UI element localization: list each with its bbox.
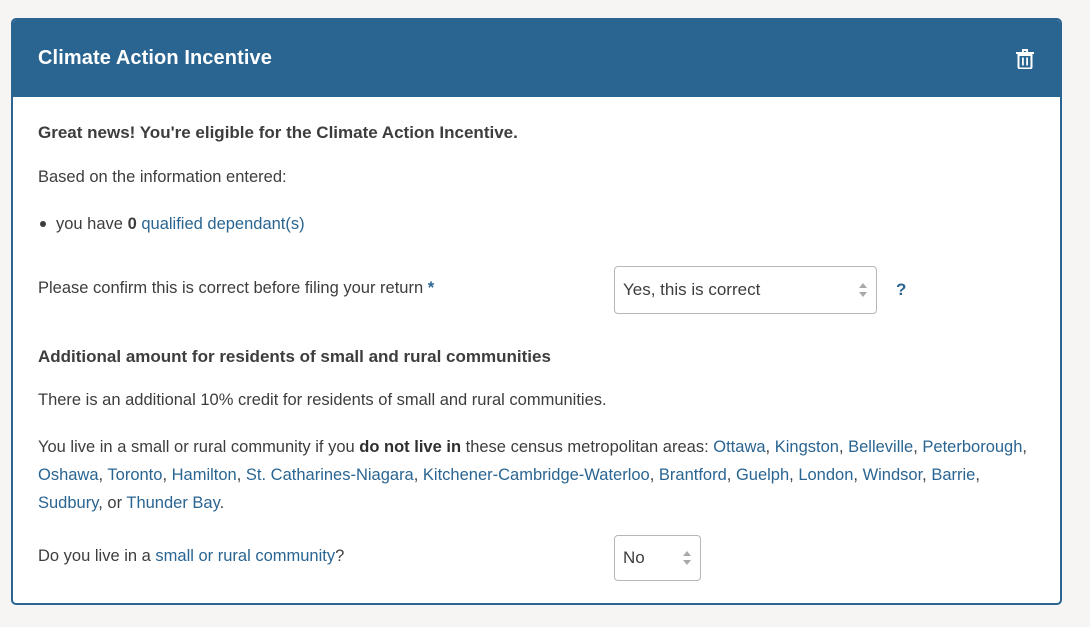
dependant-count: 0 [127, 215, 137, 233]
based-on-text: Based on the information entered: [38, 168, 287, 186]
confirm-label-text: Please confirm this is correct before fi… [38, 279, 424, 297]
question-suffix: ? [335, 547, 345, 565]
eligibility-heading: Great news! You're eligible for the Clim… [38, 123, 518, 142]
city-link-kingston[interactable]: Kingston [775, 438, 839, 456]
trash-icon[interactable] [1014, 48, 1036, 70]
rural-definition-paragraph: You live in a small or rural community i… [38, 438, 1027, 512]
city-link-peterborough[interactable]: Peterborough [922, 438, 1022, 456]
rural-select-value: No [623, 548, 645, 567]
confirm-select[interactable]: Yes, this is correct [614, 266, 877, 314]
rural-heading: Additional amount for residents of small… [38, 347, 551, 366]
rural-question: Do you live in a small or rural communit… [38, 547, 344, 566]
city-link-belleville[interactable]: Belleville [848, 438, 913, 456]
city-link-toronto[interactable]: Toronto [107, 466, 162, 484]
climate-action-card: Climate Action Incentive Great news! You… [11, 18, 1062, 605]
bullet-prefix: you have [56, 215, 123, 233]
question-prefix: Do you live in a [38, 547, 156, 565]
confirm-select-value: Yes, this is correct [623, 280, 761, 299]
city-link-kitchener-cambridge-waterloo[interactable]: Kitchener-Cambridge-Waterloo [423, 466, 650, 484]
city-link-ottawa[interactable]: Ottawa [713, 438, 765, 456]
required-marker: * [427, 279, 435, 297]
live-bold: do not live in [359, 438, 462, 456]
confirm-label: Please confirm this is correct before fi… [38, 279, 434, 298]
live-suffix: these census metropolitan areas: [461, 438, 714, 456]
city-link-thunder-bay[interactable]: Thunder Bay [126, 494, 219, 512]
city-link-hamilton[interactable]: Hamilton [172, 466, 237, 484]
select-arrows-icon [859, 283, 867, 297]
rural-credit-text: There is an additional 10% credit for re… [38, 391, 607, 409]
city-link-windsor[interactable]: Windsor [863, 466, 923, 484]
city-link-guelph[interactable]: Guelph [736, 466, 789, 484]
city-link-sudbury[interactable]: Sudbury [38, 494, 98, 512]
card-title: Climate Action Incentive [38, 47, 272, 69]
qualified-dependants-link[interactable]: qualified dependant(s) [141, 215, 304, 233]
city-link-oshawa[interactable]: Oshawa [38, 466, 99, 484]
help-icon[interactable]: ? [896, 280, 906, 300]
end-period: . [219, 494, 225, 512]
dependant-bullet: you have 0 qualified dependant(s) [38, 215, 305, 234]
small-rural-community-link[interactable]: small or rural community [155, 547, 335, 565]
select-arrows-icon [683, 551, 691, 565]
city-link-brantford[interactable]: Brantford [659, 466, 727, 484]
city-link-london[interactable]: London [798, 466, 853, 484]
live-prefix: You live in a small or rural community i… [38, 438, 360, 456]
or-word: or [107, 494, 123, 512]
city-link-barrie[interactable]: Barrie [931, 466, 975, 484]
bullet-icon [40, 220, 46, 227]
rural-select[interactable]: No [614, 535, 701, 581]
city-link-st-catharines-niagara[interactable]: St. Catharines-Niagara [246, 466, 414, 484]
card-header: Climate Action Incentive [13, 20, 1060, 97]
